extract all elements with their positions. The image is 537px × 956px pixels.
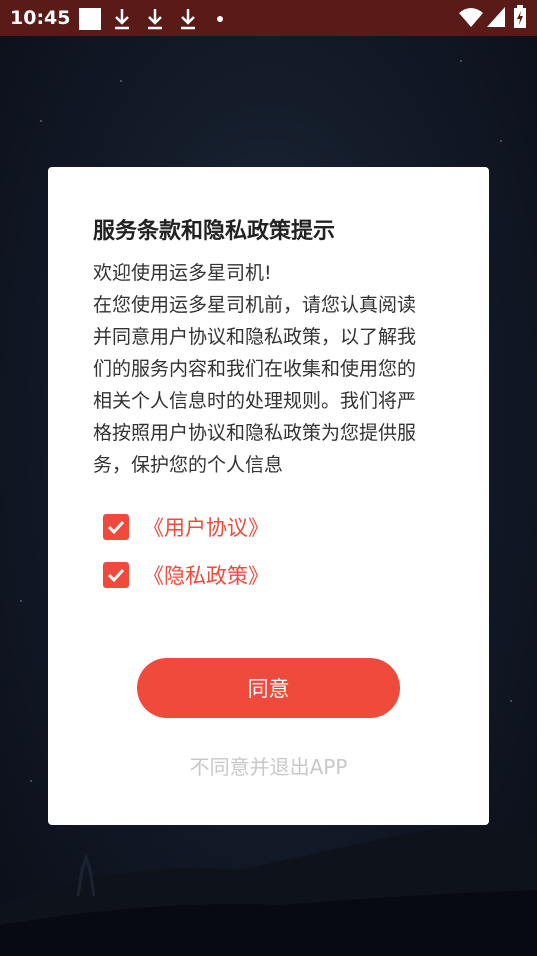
signal-icon (487, 7, 505, 27)
user-agreement-checkbox[interactable] (103, 514, 129, 540)
privacy-policy-link[interactable]: 《隐私政策》 (143, 560, 269, 590)
agree-button[interactable]: 同意 (137, 658, 400, 718)
status-time: 10:45 (10, 7, 71, 29)
checkmark-icon (107, 520, 125, 535)
checkmark-icon (107, 568, 125, 583)
user-agreement-checkbox-row[interactable]: 《用户协议》 (103, 513, 269, 541)
privacy-dialog: 服务条款和隐私政策提示 欢迎使用运多星司机! 在您使用运多星司机前，请您认真阅读… (48, 167, 489, 825)
download-icon (148, 9, 162, 30)
square-notification-icon (79, 8, 101, 30)
dialog-title: 服务条款和隐私政策提示 (93, 219, 336, 244)
download-icon (181, 9, 195, 30)
download-icon (115, 9, 129, 30)
privacy-policy-checkbox[interactable] (103, 562, 129, 588)
wifi-icon (459, 8, 483, 27)
dot-icon (217, 16, 223, 22)
user-agreement-link[interactable]: 《用户协议》 (143, 512, 269, 542)
decline-exit-link[interactable]: 不同意并退出APP (48, 751, 489, 780)
battery-charging-icon (514, 5, 526, 28)
dialog-body-text: 欢迎使用运多星司机! 在您使用运多星司机前，请您认真阅读并同意用户协议和隐私政策… (93, 262, 417, 476)
status-bar: 10:45 (0, 0, 537, 36)
privacy-policy-checkbox-row[interactable]: 《隐私政策》 (103, 561, 269, 589)
